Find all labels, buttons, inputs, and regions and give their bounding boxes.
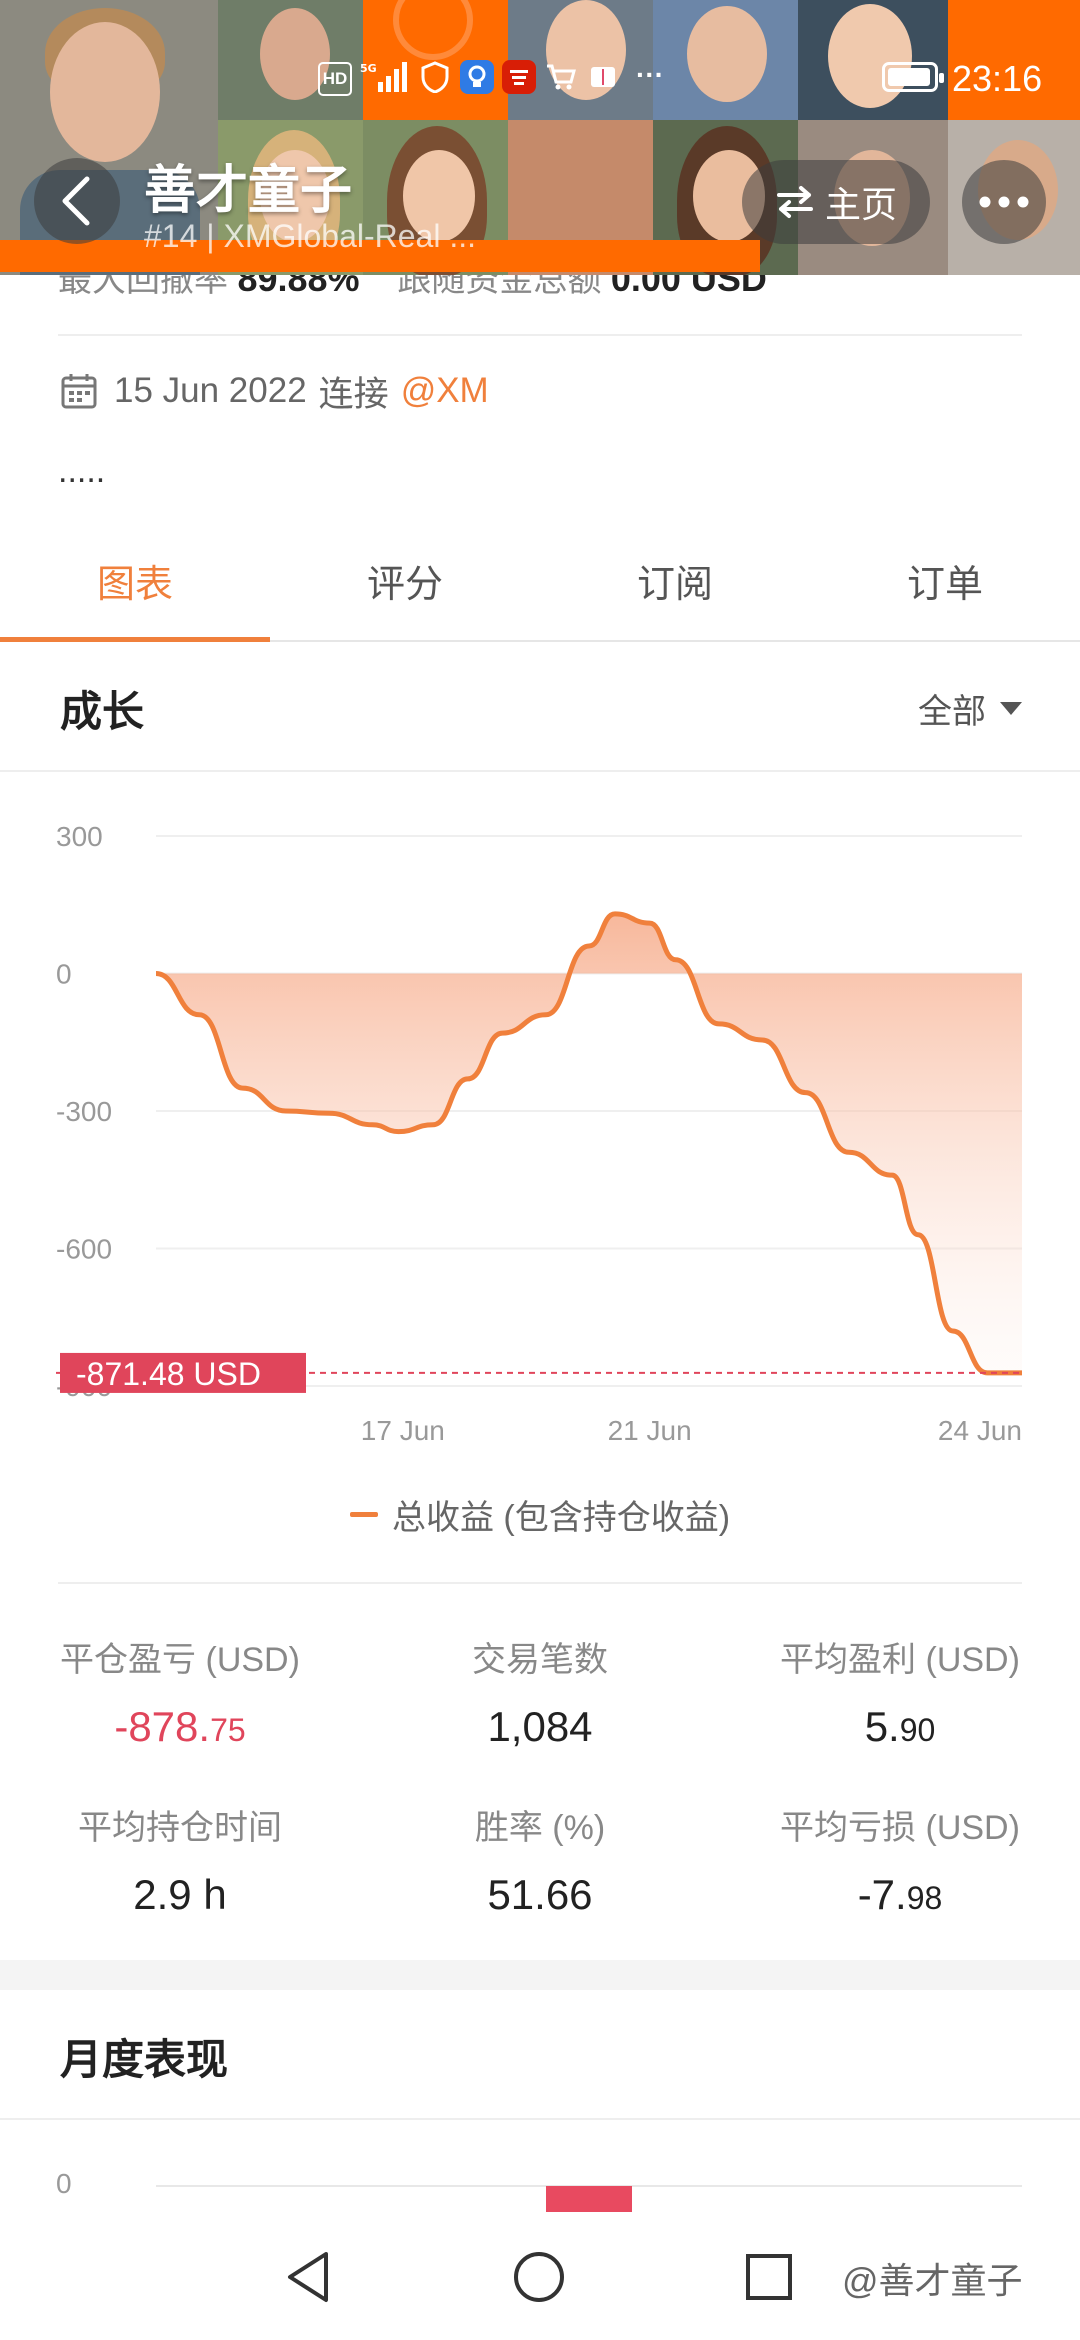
circle-home-icon [514, 2252, 564, 2302]
section-gap [0, 1960, 1080, 1990]
account-info: #14 | XMGlobal-Real ... [144, 218, 477, 254]
battery-icon [882, 62, 944, 92]
nav-back-button[interactable] [276, 2244, 342, 2310]
stat-value: 51.66 [487, 1871, 593, 1918]
tab-bar: 图表 评分 订阅 订单 [0, 540, 1080, 642]
stat-avg-hold-time: 平均持仓时间 2.9 h [0, 1800, 360, 1919]
connect-row: 15 Jun 2022 连接 @XM [60, 366, 489, 416]
range-filter-dropdown[interactable]: 全部 [918, 684, 1022, 733]
caret-down-icon [1000, 701, 1022, 715]
x-tick-label: 24 Jun [938, 1415, 1022, 1446]
broker-link[interactable]: @XM [401, 371, 489, 411]
stat-value: 1,084 [487, 1703, 593, 1750]
x-tick-label: 21 Jun [608, 1415, 692, 1446]
more-options-button[interactable] [962, 160, 1046, 244]
profile-header: HD 5G ··· 23:16 善才童子 #14 | XMGlobal-Real… [0, 0, 1080, 275]
growth-title: 成长 [60, 687, 145, 735]
growth-chart: 3000-300-600-900-871.48 USD17 Jun21 Jun2… [56, 821, 1022, 1446]
tab-subscribe[interactable]: 订阅 [540, 540, 810, 640]
stat-value: 2.9 h [133, 1871, 227, 1918]
divider [0, 770, 1080, 772]
y-tick-label: -300 [56, 1096, 112, 1127]
status-bar: HD 5G ··· 23:16 [0, 40, 1080, 120]
stat-label: 交易笔数 [472, 1641, 608, 1679]
series-area [156, 913, 1022, 1373]
y-tick-label: 0 [56, 959, 72, 990]
calendar-icon [61, 374, 97, 409]
stat-value: 5.90 [864, 1703, 936, 1750]
x-tick-label: 17 Jun [361, 1415, 445, 1446]
nav-recents-button[interactable] [736, 2244, 802, 2310]
swap-icon [776, 186, 813, 218]
stat-avg-loss: 平均亏损 (USD) -7.98 [720, 1800, 1080, 1919]
home-button-label: 主页 [824, 184, 897, 225]
hd-icon: HD [318, 62, 352, 96]
bulb-app-icon [460, 60, 494, 94]
cart-icon [544, 60, 578, 94]
back-button[interactable] [34, 158, 120, 244]
y-tick-label: 300 [56, 821, 103, 852]
square-recents-icon [746, 2254, 792, 2300]
tab-rating[interactable]: 评分 [270, 540, 540, 640]
monthly-bar [546, 2186, 632, 2212]
monthly-ytick: 0 [56, 2168, 72, 2199]
legend-label: 总收益 (包含持仓收益) [391, 1499, 731, 1537]
triangle-back-icon [288, 2252, 328, 2302]
legend-swatch [349, 1512, 378, 1517]
clock: 23:16 [952, 58, 1043, 99]
chart-legend: 总收益 (包含持仓收益) [0, 1490, 1080, 1539]
stat-label: 平均亏损 (USD) [780, 1809, 1020, 1847]
book-app-icon [586, 60, 620, 94]
stat-label: 胜率 (%) [474, 1809, 606, 1847]
stat-closed-pnl: 平仓盈亏 (USD) -878.75 [0, 1632, 360, 1751]
current-value-label: -871.48 USD [76, 1356, 261, 1392]
network-type: 5G [360, 62, 377, 75]
tab-chart[interactable]: 图表 [0, 540, 270, 642]
monthly-header: 月度表现 [0, 1994, 1080, 2118]
description: ..... [58, 452, 106, 490]
stat-trade-count: 交易笔数 1,084 [360, 1632, 720, 1751]
stat-avg-profit: 平均盈利 (USD) 5.90 [720, 1632, 1080, 1751]
range-filter-label: 全部 [918, 692, 986, 731]
divider [0, 2118, 1080, 2120]
stat-win-rate: 胜率 (%) 51.66 [360, 1800, 720, 1919]
stat-value: -7.98 [857, 1871, 943, 1918]
divider [58, 1582, 1022, 1584]
connect-date: 15 Jun 2022 [114, 371, 307, 410]
watermark-text: @善才童子 [842, 2260, 1023, 2301]
stat-label: 平均盈利 (USD) [780, 1641, 1020, 1679]
chevron-left-icon [62, 176, 90, 226]
connect-word: 连接 [318, 374, 389, 414]
app-screen: HD 5G ··· 23:16 善才童子 #14 | XMGlobal-Real… [0, 0, 1080, 2340]
stat-label: 平仓盈亏 (USD) [60, 1641, 300, 1679]
monthly-title: 月度表现 [60, 2035, 229, 2083]
news-app-icon [502, 60, 536, 94]
more-dots-icon [979, 196, 1029, 208]
y-tick-label: -600 [56, 1234, 112, 1265]
growth-header: 成长 全部 [0, 646, 1080, 770]
tab-orders[interactable]: 订单 [810, 540, 1080, 640]
more-notifications-icon: ··· [636, 59, 664, 90]
stat-label: 平均持仓时间 [78, 1809, 282, 1847]
signal-icon: 5G [360, 60, 410, 94]
home-button[interactable]: 主页 [742, 160, 930, 244]
trader-name: 善才童子 [144, 162, 353, 220]
shield-app-icon [418, 60, 452, 94]
nav-home-button[interactable] [506, 2244, 572, 2310]
stat-value: -878.75 [114, 1703, 246, 1750]
divider [58, 334, 1022, 336]
